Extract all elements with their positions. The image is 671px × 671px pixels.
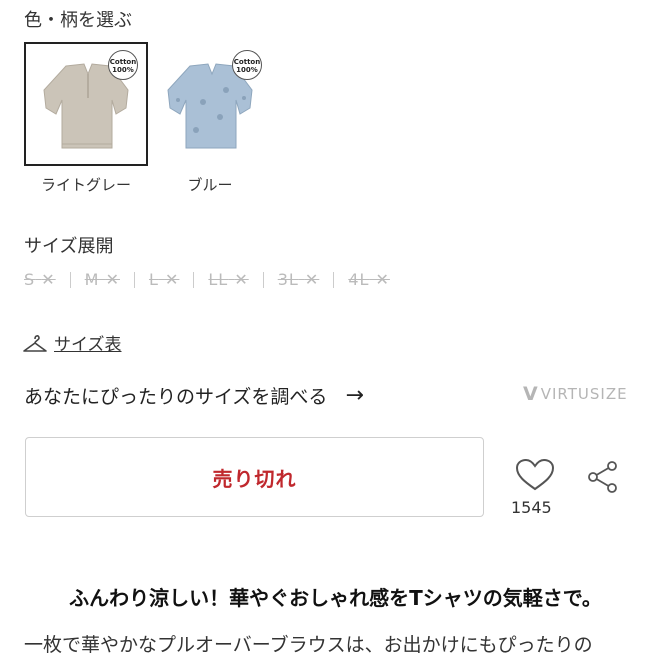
swatch-blue[interactable]: Cotton 100% bbox=[148, 42, 272, 166]
hanger-icon bbox=[23, 334, 47, 352]
badge-text-bottom: 100% bbox=[112, 66, 134, 74]
size-option-3l[interactable]: 3L ✕ bbox=[272, 270, 326, 289]
share-button[interactable] bbox=[586, 460, 620, 498]
sold-out-button[interactable]: 売り切れ bbox=[25, 437, 484, 517]
size-label: L bbox=[148, 270, 159, 289]
sold-out-label: 売り切れ bbox=[212, 466, 297, 491]
virtusize-logo-text: VIRTUSIZE bbox=[540, 385, 628, 403]
unavailable-mark: ✕ bbox=[41, 270, 56, 289]
size-label: S bbox=[24, 270, 36, 289]
size-option-m[interactable]: M ✕ bbox=[79, 270, 126, 289]
arrow-right-icon: → bbox=[345, 383, 364, 408]
badge-text-top: Cotton bbox=[109, 58, 137, 66]
find-size-label: あなたにぴったりのサイズを調べる bbox=[24, 386, 328, 408]
size-option-s[interactable]: S ✕ bbox=[18, 270, 62, 289]
size-chart-label: サイズ表 bbox=[54, 335, 122, 355]
unavailable-mark: ✕ bbox=[234, 270, 249, 289]
divider bbox=[133, 271, 135, 288]
size-chart-link[interactable]: サイズ表 bbox=[22, 330, 122, 355]
description-body: 一枚で華やかなプルオーバーブラウスは、お出かけにもぴったりの bbox=[24, 634, 593, 656]
color-section-label: 色・柄を選ぶ bbox=[24, 10, 132, 31]
swatch-light-gray[interactable]: Cotton 100% bbox=[24, 42, 148, 166]
size-label: 3L bbox=[277, 270, 299, 289]
heart-icon bbox=[515, 458, 555, 491]
swatch-label-light-gray: ライトグレー bbox=[40, 176, 131, 194]
size-section-label: サイズ展開 bbox=[24, 236, 114, 257]
size-label: LL bbox=[208, 270, 229, 289]
unavailable-mark: ✕ bbox=[164, 270, 180, 289]
divider bbox=[262, 271, 264, 288]
favorite-count: 1545 bbox=[511, 498, 552, 517]
cotton-badge: Cotton 100% bbox=[108, 50, 138, 80]
size-option-ll[interactable]: LL ✕ bbox=[202, 270, 254, 289]
unavailable-mark: ✕ bbox=[304, 270, 320, 289]
size-option-4l[interactable]: 4L ✕ bbox=[342, 270, 396, 289]
size-option-l[interactable]: L ✕ bbox=[143, 270, 185, 289]
swatch-label-blue: ブルー bbox=[187, 176, 233, 194]
share-icon bbox=[588, 461, 617, 493]
find-size-link[interactable]: あなたにぴったりのサイズを調べる → bbox=[24, 382, 364, 409]
size-label: M bbox=[84, 270, 100, 289]
size-label: 4L bbox=[348, 270, 370, 289]
virtusize-logo: V VIRTUSIZE bbox=[523, 383, 628, 405]
unavailable-mark: ✕ bbox=[375, 270, 390, 289]
divider bbox=[193, 271, 195, 288]
divider bbox=[333, 271, 335, 288]
size-options: S ✕ M ✕ L ✕ LL ✕ 3L ✕ 4L ✕ bbox=[18, 270, 396, 289]
badge-text-top: Cotton bbox=[233, 58, 261, 66]
description-headline: ふんわり涼しい！華やぐおしゃれ感をTシャツの気軽さで。 bbox=[69, 586, 602, 610]
cotton-badge: Cotton 100% bbox=[232, 50, 262, 80]
unavailable-mark: ✕ bbox=[105, 270, 120, 289]
favorite-button[interactable] bbox=[514, 458, 556, 496]
virtusize-v-icon: V bbox=[523, 383, 539, 405]
divider bbox=[69, 271, 71, 288]
badge-text-bottom: 100% bbox=[236, 66, 258, 74]
